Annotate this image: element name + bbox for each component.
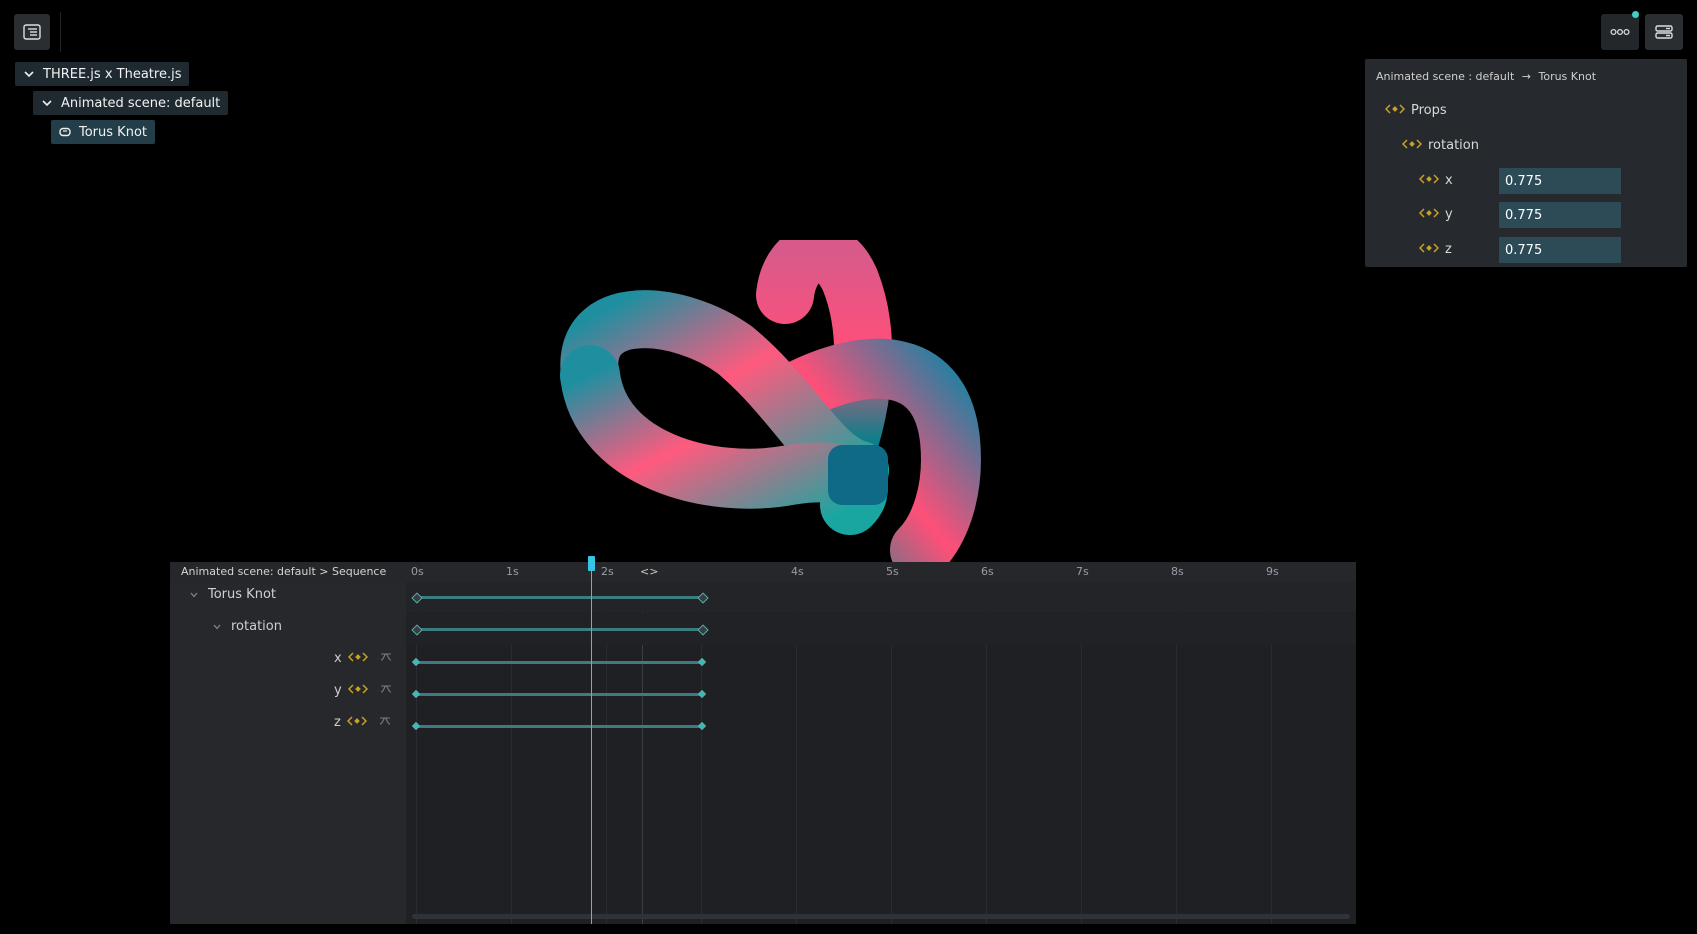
props-row: Props xyxy=(1384,103,1447,118)
breadcrumb-arrow: → xyxy=(1521,70,1531,83)
outline-item-project[interactable]: THREE.js x Theatre.js xyxy=(15,62,190,86)
outline-item-object[interactable]: Torus Knot xyxy=(51,120,155,144)
keyframe[interactable] xyxy=(697,721,707,731)
time-tick-1s: 1s xyxy=(506,565,519,578)
sequence-prop-icon[interactable] xyxy=(1384,103,1406,118)
chevron-down-icon[interactable] xyxy=(21,70,37,78)
details-breadcrumb: Animated scene : default → Torus Knot xyxy=(1376,70,1596,83)
outline-list-icon xyxy=(23,24,41,40)
graph-editor-icon[interactable] xyxy=(380,651,392,666)
playhead-handle[interactable] xyxy=(588,556,595,571)
seq-row-x-label: x xyxy=(334,651,342,666)
time-tick-4s: 4s xyxy=(791,565,804,578)
seq-row-object[interactable]: Torus Knot xyxy=(190,587,276,602)
sequence-prop-icon[interactable] xyxy=(1418,173,1440,188)
keyframe-track-object[interactable] xyxy=(416,596,702,599)
field-row-y: y xyxy=(1418,207,1453,222)
seq-row-prop-label: rotation xyxy=(231,619,282,634)
field-row-z: z xyxy=(1418,242,1452,257)
details-panel: Animated scene : default → Torus Knot Pr… xyxy=(1365,59,1687,267)
sequence-prop-icon[interactable] xyxy=(1418,242,1440,257)
time-tick-0s: 0s xyxy=(411,565,424,578)
keyframe-track-y[interactable] xyxy=(416,693,702,696)
timeline-scrollbar[interactable] xyxy=(412,914,1350,919)
time-tick-9s: 9s xyxy=(1266,565,1279,578)
seq-row-object-label: Torus Knot xyxy=(208,587,276,602)
keyframe[interactable] xyxy=(411,657,421,667)
time-tick-7s: 7s xyxy=(1076,565,1089,578)
details-toggle-button[interactable] xyxy=(1645,14,1683,50)
keyframe-track-z[interactable] xyxy=(416,725,702,728)
seq-row-z: z xyxy=(334,715,391,730)
chevron-down-icon[interactable] xyxy=(213,619,221,634)
more-button[interactable] xyxy=(1601,14,1639,50)
field-label-z: z xyxy=(1445,242,1452,257)
keyframe[interactable] xyxy=(697,657,707,667)
time-tick-8s: 8s xyxy=(1171,565,1184,578)
time-tick-5s: 5s xyxy=(886,565,899,578)
sequence-tree-panel xyxy=(170,562,406,924)
seq-row-z-label: z xyxy=(334,715,341,730)
sequence-prop-icon[interactable] xyxy=(1418,207,1440,222)
rotation-label: rotation xyxy=(1428,138,1479,153)
details-panel-icon xyxy=(1655,25,1673,39)
toolbar-divider xyxy=(60,12,61,52)
outline-item-label: Animated scene: default xyxy=(61,95,221,111)
props-label: Props xyxy=(1411,103,1447,118)
seq-row-y: y xyxy=(334,683,392,698)
field-label-x: x xyxy=(1445,173,1453,188)
outline-item-label: Torus Knot xyxy=(79,124,147,140)
rotation-z-input[interactable]: 0.775 xyxy=(1499,237,1621,263)
time-tick-6s: 6s xyxy=(981,565,994,578)
keyframe-track-rotation[interactable] xyxy=(416,628,702,631)
keyframe[interactable] xyxy=(697,689,707,699)
playhead-line xyxy=(591,562,592,924)
sequence-header: Animated scene: default > Sequence 0s 1s… xyxy=(170,562,1356,582)
outline-item-sheet[interactable]: Animated scene: default xyxy=(33,91,229,115)
keyframe[interactable] xyxy=(411,721,421,731)
sequence-prop-icon[interactable] xyxy=(347,651,368,666)
keyframe-track-x[interactable] xyxy=(416,661,702,664)
notification-dot xyxy=(1632,11,1639,18)
seq-row-y-label: y xyxy=(334,683,342,698)
sequence-prop-icon[interactable] xyxy=(346,715,367,730)
sequence-editor: Animated scene: default > Sequence 0s 1s… xyxy=(170,562,1356,924)
outline-item-label: THREE.js x Theatre.js xyxy=(43,66,182,82)
graph-editor-icon[interactable] xyxy=(380,683,392,698)
graph-editor-icon[interactable] xyxy=(379,715,391,730)
field-row-x: x xyxy=(1418,173,1453,188)
sequence-breadcrumb: Animated scene: default > Sequence xyxy=(181,565,387,578)
keyframe[interactable] xyxy=(411,689,421,699)
chevron-down-icon[interactable] xyxy=(39,99,55,107)
breadcrumb-object: Torus Knot xyxy=(1538,70,1597,83)
time-tick-2s: 2s xyxy=(601,565,614,578)
outline-toggle-button[interactable] xyxy=(14,14,50,50)
rotation-y-input[interactable]: 0.775 xyxy=(1499,202,1621,228)
rotation-row: rotation xyxy=(1401,138,1479,153)
seq-row-prop[interactable]: rotation xyxy=(213,619,282,634)
breadcrumb-sheet: Animated scene : default xyxy=(1376,70,1515,83)
seq-row-x: x xyxy=(334,651,392,666)
torus-knot-render xyxy=(560,240,981,562)
field-label-y: y xyxy=(1445,207,1453,222)
object-icon xyxy=(57,127,73,137)
range-end-handle[interactable]: <> xyxy=(640,565,658,578)
sequence-prop-icon[interactable] xyxy=(1401,138,1423,153)
rotation-x-input[interactable]: 0.775 xyxy=(1499,168,1621,194)
chevron-down-icon[interactable] xyxy=(190,587,198,602)
sequence-prop-icon[interactable] xyxy=(347,683,368,698)
ellipsis-icon xyxy=(1610,28,1630,36)
